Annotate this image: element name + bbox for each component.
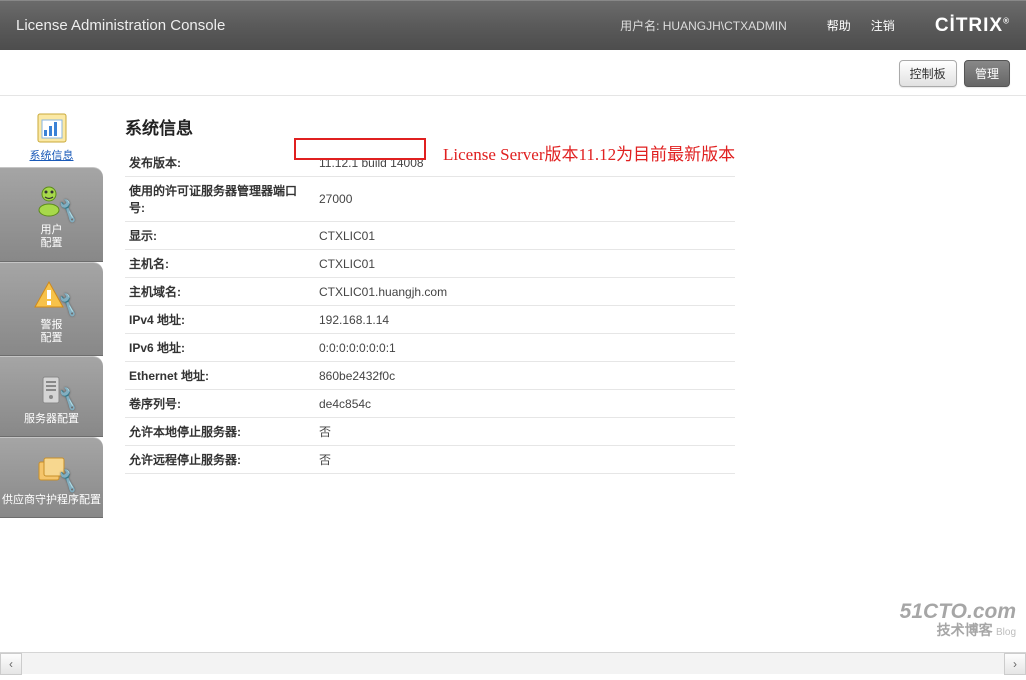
- row-value: CTXLIC01: [315, 250, 735, 278]
- page-title: 系统信息: [125, 114, 1004, 139]
- sidebar: 系统信息 🔧 用户 配置 🔧 警报 配置 🔧 服务器配置: [0, 96, 103, 680]
- citrix-logo: CİTRIX®: [935, 15, 1010, 37]
- row-key: IPv6 地址:: [125, 334, 315, 362]
- row-value: CTXLIC01: [315, 222, 735, 250]
- row-key: 发布版本:: [125, 149, 315, 177]
- top-bar: License Administration Console 用户名: HUAN…: [0, 0, 1026, 50]
- sidebar-item-sysinfo[interactable]: 系统信息: [0, 102, 103, 167]
- sidebar-item-server[interactable]: 🔧 服务器配置: [0, 356, 103, 437]
- vendor-icon: 🔧: [28, 452, 76, 490]
- user-label: 用户名:: [620, 19, 659, 33]
- table-row: 主机域名:CTXLIC01.huangjh.com: [125, 278, 735, 306]
- row-key: 卷序列号:: [125, 390, 315, 418]
- logout-link[interactable]: 注销: [871, 17, 895, 34]
- main-area: 系统信息 🔧 用户 配置 🔧 警报 配置 🔧 服务器配置: [0, 96, 1026, 680]
- row-value: CTXLIC01.huangjh.com: [315, 278, 735, 306]
- table-row: 允许远程停止服务器:否: [125, 446, 735, 474]
- sidebar-item-users[interactable]: 🔧 用户 配置: [0, 167, 103, 261]
- user-info: 用户名: HUANGJH\CTXADMIN: [620, 17, 787, 34]
- alert-icon: 🔧: [28, 277, 76, 315]
- scroll-track[interactable]: [22, 653, 1004, 674]
- row-key: IPv4 地址:: [125, 306, 315, 334]
- sidebar-item-label: 警报 配置: [2, 319, 101, 345]
- table-row: 卷序列号:de4c854c: [125, 390, 735, 418]
- user-name: HUANGJH\CTXADMIN: [663, 19, 787, 33]
- table-row: IPv4 地址:192.168.1.14: [125, 306, 735, 334]
- sysinfo-icon: [30, 110, 74, 146]
- watermark-line3: Blog: [996, 627, 1016, 638]
- sidebar-item-label: 用户 配置: [2, 224, 101, 250]
- table-row: 显示:CTXLIC01: [125, 222, 735, 250]
- annotation-text: License Server版本11.12为目前最新版本: [443, 140, 735, 165]
- help-link[interactable]: 帮助: [827, 17, 851, 34]
- admin-button[interactable]: 管理: [964, 60, 1010, 87]
- row-value: de4c854c: [315, 390, 735, 418]
- row-key: 主机域名:: [125, 278, 315, 306]
- watermark-line1: 51CTO.com: [900, 600, 1016, 623]
- scroll-left-button[interactable]: ‹: [0, 653, 22, 675]
- table-row: IPv6 地址:0:0:0:0:0:0:0:1: [125, 334, 735, 362]
- table-row: 允许本地停止服务器:否: [125, 418, 735, 446]
- row-value: 27000: [315, 177, 735, 222]
- info-table: 发布版本:11.12.1 build 14008使用的许可证服务器管理器端口号:…: [125, 149, 735, 474]
- row-key: 使用的许可证服务器管理器端口号:: [125, 177, 315, 222]
- row-value: 192.168.1.14: [315, 306, 735, 334]
- row-key: 主机名:: [125, 250, 315, 278]
- row-value: 860be2432f0c: [315, 362, 735, 390]
- row-key: Ethernet 地址:: [125, 362, 315, 390]
- row-key: 显示:: [125, 222, 315, 250]
- table-row: 使用的许可证服务器管理器端口号:27000: [125, 177, 735, 222]
- toolbar: 控制板 管理: [0, 50, 1026, 96]
- row-key: 允许本地停止服务器:: [125, 418, 315, 446]
- server-icon: 🔧: [28, 371, 76, 409]
- content: 系统信息 发布版本:11.12.1 build 14008使用的许可证服务器管理…: [103, 96, 1026, 680]
- watermark-line2: 技术博客: [937, 622, 993, 638]
- sidebar-item-label: 系统信息: [2, 150, 101, 163]
- sidebar-item-alerts[interactable]: 🔧 警报 配置: [0, 262, 103, 356]
- sidebar-item-label: 供应商守护程序配置: [2, 494, 101, 507]
- row-value: 否: [315, 418, 735, 446]
- horizontal-scrollbar[interactable]: ‹ ›: [0, 652, 1026, 674]
- dashboard-button[interactable]: 控制板: [899, 60, 957, 87]
- users-icon: 🔧: [28, 182, 76, 220]
- app-title: License Administration Console: [16, 17, 620, 34]
- row-value: 0:0:0:0:0:0:0:1: [315, 334, 735, 362]
- scroll-right-button[interactable]: ›: [1004, 653, 1026, 675]
- sidebar-item-vendor[interactable]: 🔧 供应商守护程序配置: [0, 437, 103, 518]
- table-row: Ethernet 地址:860be2432f0c: [125, 362, 735, 390]
- row-key: 允许远程停止服务器:: [125, 446, 315, 474]
- watermark: 51CTO.com 技术博客 Blog: [900, 600, 1016, 638]
- table-row: 主机名:CTXLIC01: [125, 250, 735, 278]
- sidebar-item-label: 服务器配置: [2, 413, 101, 426]
- row-value: 否: [315, 446, 735, 474]
